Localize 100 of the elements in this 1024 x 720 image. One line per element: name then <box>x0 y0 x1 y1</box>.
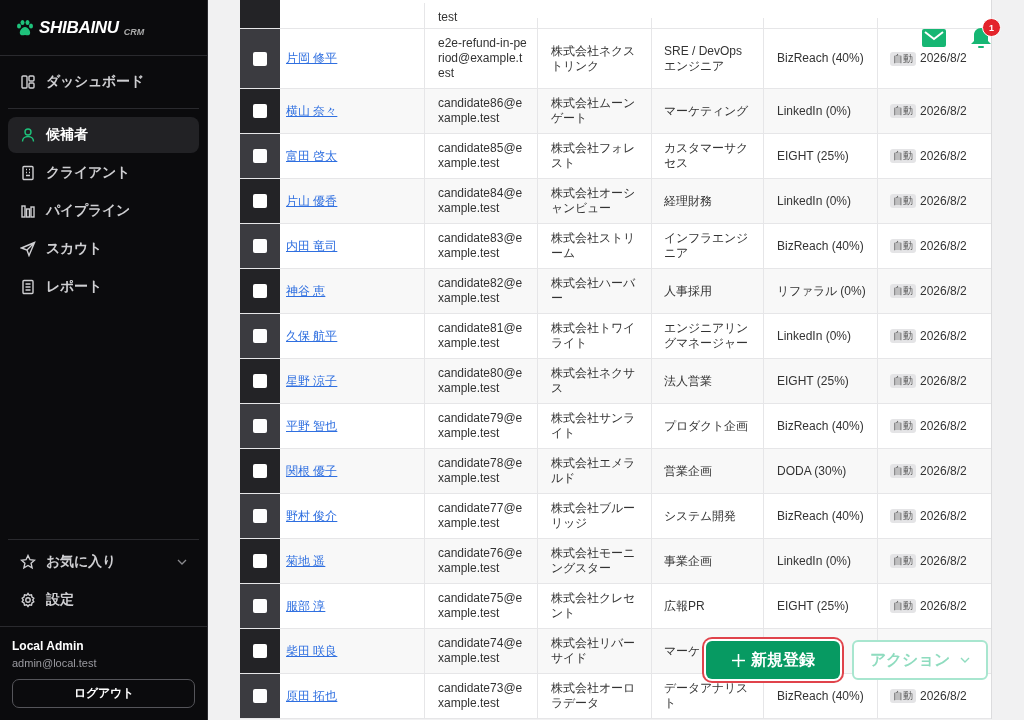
table-cell-text: 株式会社トワイライト <box>551 321 636 351</box>
candidate-name-link[interactable]: 原田 拓也 <box>286 688 338 704</box>
table-cell: 事業企画 <box>664 553 712 569</box>
candidate-name-link[interactable]: 野村 俊介 <box>286 508 338 524</box>
auto-tag: 自動 <box>890 509 916 523</box>
checkbox-column-cell <box>240 0 280 28</box>
table-cell-text: candidate86@example.test <box>438 96 524 126</box>
table-cell: e2e-refund-in-period@example.test <box>438 36 527 81</box>
chevron-icon <box>960 657 970 663</box>
candidate-name-link[interactable]: 横山 奈々 <box>286 103 338 119</box>
table-cell: 広報PR <box>664 598 705 614</box>
table-cell: BizReach (40%) <box>777 51 864 66</box>
candidate-name-link[interactable]: 柴田 咲良 <box>286 643 338 659</box>
candidate-name-link[interactable]: 星野 涼子 <box>286 373 338 389</box>
nav-item[interactable]: 候補者 <box>8 117 199 153</box>
brand-subtitle: CRM <box>123 26 145 37</box>
table-cell: LinkedIn (0%) <box>777 328 852 344</box>
candidate-name-link[interactable]: 内田 竜司 <box>286 238 338 254</box>
row-checkbox[interactable] <box>253 51 267 66</box>
settings-icon <box>20 592 36 608</box>
table-cell: 経理財務 <box>664 193 712 209</box>
table-cell: LinkedIn (0%) <box>777 193 852 209</box>
table-cell-text: candidate84@example.test <box>438 186 524 216</box>
settings-item[interactable]: 設定 <box>8 582 199 618</box>
nav-item[interactable]: クライアント <box>8 155 199 191</box>
building-icon <box>20 165 36 181</box>
candidate-name-link[interactable]: 菊地 遥 <box>286 553 326 569</box>
table-cell-text: 株式会社ハーバー <box>551 276 636 306</box>
auto-tag: 自動 <box>890 329 916 343</box>
table-cell-text: candidate73@example.test <box>438 681 524 711</box>
table-cell-text: candidate79@example.test <box>438 411 524 441</box>
candidate-name-link[interactable]: 神谷 恵 <box>286 283 326 299</box>
auto-tag: 自動 <box>890 239 916 253</box>
table-cell-text: インフラエンジニア <box>664 231 749 261</box>
row-checkbox[interactable] <box>253 374 267 388</box>
row-checkbox[interactable] <box>253 284 267 298</box>
table-cell-text: 株式会社ネクサス <box>551 366 636 396</box>
document-icon <box>20 279 36 295</box>
row-checkbox[interactable] <box>253 509 267 523</box>
auto-tag: 自動 <box>890 194 916 208</box>
date-text: 2026/8/2 <box>920 688 967 704</box>
row-checkbox[interactable] <box>253 329 267 343</box>
row-checkbox[interactable] <box>253 239 267 253</box>
table-cell-text: 株式会社モーニングスター <box>551 546 636 576</box>
table-cell-text: candidate85@example.test <box>438 141 524 171</box>
nav-item[interactable]: パイプライン <box>8 193 199 229</box>
table-cell-text: candidate82@example.test <box>438 276 524 306</box>
table-cell-text: candidate80@example.test <box>438 366 524 396</box>
candidate-name-link[interactable]: 片岡 修平 <box>286 51 338 66</box>
nav-item[interactable]: レポート <box>8 269 199 305</box>
mail-icon[interactable] <box>922 29 946 47</box>
row-checkbox[interactable] <box>253 104 267 118</box>
date-text: 2026/8/2 <box>920 193 967 209</box>
row-checkbox[interactable] <box>253 554 267 568</box>
table-cell: BizReach (40%) <box>777 418 864 434</box>
row-checkbox[interactable] <box>253 644 267 658</box>
table-cell-text: 株式会社リバーサイド <box>551 636 636 666</box>
row-checkbox[interactable] <box>253 419 267 433</box>
row-checkbox[interactable] <box>253 194 267 208</box>
row-checkbox[interactable] <box>253 464 267 478</box>
row-checkbox[interactable] <box>253 689 267 703</box>
candidate-name-link[interactable]: 服部 淳 <box>286 598 326 614</box>
table-cell-text: SRE / DevOps エンジニア <box>664 43 744 74</box>
nav-item[interactable]: ダッシュボード <box>8 64 199 100</box>
table-cell: EIGHT (25%) <box>777 148 849 164</box>
table-cell: 法人営業 <box>664 373 712 389</box>
candidate-name-link[interactable]: 関根 優子 <box>286 463 338 479</box>
auto-tag: 自動 <box>890 554 916 568</box>
brand-name: SHIBAINU <box>39 17 119 38</box>
date-text: 2026/8/2 <box>920 418 967 434</box>
table-cell-text: candidate83@example.test <box>438 231 524 261</box>
date-text: 2026/8/2 <box>920 103 967 119</box>
nav-item[interactable]: スカウト <box>8 231 199 267</box>
table-cell-text: candidate78@example.test <box>438 456 524 486</box>
candidate-name-link[interactable]: 久保 航平 <box>286 328 338 344</box>
row-checkbox[interactable] <box>253 149 267 163</box>
candidate-name-link[interactable]: 平野 智也 <box>286 418 338 434</box>
table-cell: EIGHT (25%) <box>777 373 849 389</box>
logout-button[interactable]: ログアウト <box>12 679 195 708</box>
row-checkbox[interactable] <box>253 599 267 613</box>
date-text: 2026/8/2 <box>920 51 967 66</box>
table-cell: LinkedIn (0%) <box>777 103 852 119</box>
date-text: 2026/8/2 <box>920 598 967 614</box>
table-cell-text: candidate81@example.test <box>438 321 524 351</box>
table-cell-text: candidate75@example.test <box>438 591 524 621</box>
table-cell: BizReach (40%) <box>777 508 864 524</box>
candidate-name-link[interactable]: 片山 優香 <box>286 193 338 209</box>
table-cell-text: candidate76@example.test <box>438 546 524 576</box>
table-cell: 営業企画 <box>664 463 712 479</box>
date-text: 2026/8/2 <box>920 463 967 479</box>
table-cell: プロダクト企画 <box>664 418 748 434</box>
date-text: 2026/8/2 <box>920 373 967 389</box>
table-cell-text: candidate77@example.test <box>438 501 524 531</box>
table-cell: マーケティング <box>664 103 748 119</box>
table-cell-text: データアナリスト <box>664 681 749 711</box>
user-name: Local Admin <box>12 639 85 653</box>
candidate-name-link[interactable]: 富田 啓太 <box>286 148 338 164</box>
table-cell: test <box>438 10 458 25</box>
favorites-item[interactable]: お気に入り <box>8 544 199 580</box>
plus-icon <box>731 653 745 667</box>
